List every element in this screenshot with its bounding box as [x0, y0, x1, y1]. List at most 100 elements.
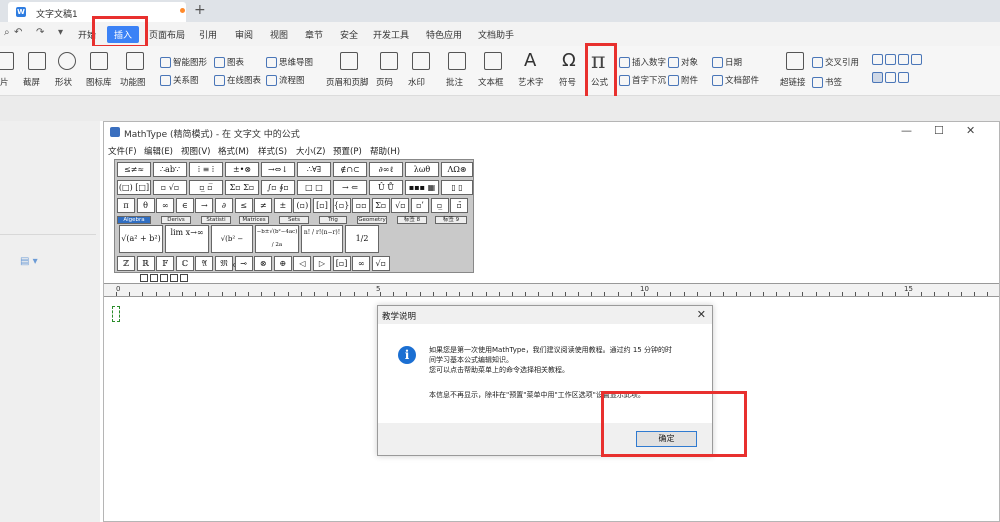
palette-button[interactable]: λωθ	[405, 162, 439, 177]
palette-button[interactable]: Σ▫ Σ▫	[225, 180, 259, 195]
template-limit[interactable]: lim x→∞	[165, 225, 209, 253]
template-discriminant[interactable]: √(b² − 4ac)	[211, 225, 253, 269]
palette-button[interactable]: ⊕	[273, 256, 292, 271]
search-icon[interactable]: ⌕	[4, 27, 10, 38]
menu-view[interactable]: 视图	[270, 28, 288, 41]
palette-button[interactable]: ▫ √▫	[153, 180, 187, 195]
palette-button[interactable]: ∞	[352, 256, 371, 271]
mt-menu-view[interactable]: 视图(V)	[181, 145, 210, 157]
palette-button[interactable]: √▫	[391, 198, 410, 213]
dialog-close-icon[interactable]: ✕	[697, 308, 706, 321]
hyperlink-button[interactable]: 超链接	[780, 76, 806, 88]
palette-button[interactable]: ⊸	[234, 256, 253, 271]
icon-library-button[interactable]: 图标库	[86, 76, 112, 88]
online-chart-button[interactable]: 在线图表	[214, 74, 261, 86]
palette-button[interactable]: ≠	[254, 198, 273, 213]
picture-button[interactable]: 片	[0, 76, 9, 88]
palette-button[interactable]: (□) [□]	[117, 180, 151, 195]
page-number-button[interactable]: 页码	[376, 76, 393, 88]
header-footer-button[interactable]: 页眉和页脚	[326, 76, 369, 88]
palette-button[interactable]: 𝔄	[195, 256, 214, 271]
palette-button[interactable]: ⁞ ≡ ⁞	[189, 162, 223, 177]
menu-security[interactable]: 安全	[340, 28, 358, 41]
palette-button[interactable]: [▫]	[313, 198, 331, 213]
menu-page-layout[interactable]: 页面布局	[149, 28, 185, 41]
mt-menu-format[interactable]: 格式(M)	[218, 145, 249, 157]
menu-doc-assistant[interactable]: 文档助手	[478, 28, 514, 41]
new-tab-button[interactable]: +	[194, 2, 206, 18]
palette-button[interactable]: θ	[136, 198, 155, 213]
palette-button[interactable]: □ □	[297, 180, 331, 195]
equation-cursor-slot[interactable]	[112, 306, 120, 322]
palette-button[interactable]: ∂∞ℓ	[369, 162, 403, 177]
palette-button[interactable]: ℂ	[175, 256, 194, 271]
tab-algebra[interactable]: Algebra	[117, 216, 151, 224]
palette-button[interactable]: ▫̲ ▫̅	[189, 180, 223, 195]
palette-button[interactable]: ℤ	[117, 256, 135, 271]
palette-button[interactable]: Û Ů	[369, 180, 403, 195]
template-fraction[interactable]: 1/2	[345, 225, 379, 253]
palette-button[interactable]: ℝ	[136, 256, 155, 271]
palette-button[interactable]: →⇔↓	[261, 162, 295, 177]
cross-reference-button[interactable]: 交叉引用	[812, 56, 859, 68]
palette-button[interactable]: ▫̲	[430, 198, 449, 213]
size-tab-1[interactable]	[140, 274, 148, 282]
mt-menu-help[interactable]: 帮助(H)	[370, 145, 400, 157]
tab-derivs[interactable]: Derivs	[161, 216, 191, 224]
size-tab-5[interactable]	[180, 274, 188, 282]
palette-button[interactable]: ∴ab∵	[153, 162, 187, 177]
palette-button[interactable]: ±	[273, 198, 292, 213]
palette-button[interactable]: → ⇐	[333, 180, 367, 195]
bookmark-button[interactable]: 书签	[812, 76, 842, 88]
object-button[interactable]: 对象	[668, 56, 698, 68]
palette-button[interactable]: ∫▫ ∮▫	[261, 180, 295, 195]
layout-option-icon[interactable]	[872, 54, 924, 65]
tab-sets[interactable]: Sets	[279, 216, 309, 224]
menu-references[interactable]: 引用	[199, 28, 217, 41]
undo-icon[interactable]: ↶	[14, 27, 22, 38]
mt-menu-size[interactable]: 大小(Z)	[296, 145, 325, 157]
smart-graphic-button[interactable]: 智能图形	[160, 56, 207, 68]
comment-button[interactable]: 批注	[446, 76, 463, 88]
attachment-button[interactable]: 附件	[668, 74, 698, 86]
palette-button[interactable]: 𝔽	[156, 256, 175, 271]
palette-button[interactable]: ∉∩⊂	[333, 162, 367, 177]
menu-special-apps[interactable]: 特色应用	[426, 28, 462, 41]
quick-access-dropdown-icon[interactable]: ▾	[58, 27, 63, 38]
palette-button[interactable]: ∴∀∃	[297, 162, 331, 177]
palette-button[interactable]: Σ▫	[371, 198, 390, 213]
palette-button[interactable]: ▫ʹ	[411, 198, 429, 213]
tab-label-9[interactable]: 标签 9	[435, 216, 467, 224]
shape-button[interactable]: 形状	[55, 76, 72, 88]
palette-button[interactable]: ΛΩ⊛	[441, 162, 473, 177]
mt-menu-edit[interactable]: 编辑(E)	[144, 145, 173, 157]
tab-label-8[interactable]: 标签 8	[397, 216, 427, 224]
palette-button[interactable]: ≤	[234, 198, 253, 213]
template-binomial[interactable]: n! / r!(n−r)!	[301, 225, 343, 253]
palette-button[interactable]: ∞	[156, 198, 175, 213]
tab-matrices[interactable]: Matrices	[239, 216, 269, 224]
palette-button[interactable]: ∈	[175, 198, 194, 213]
tab-geometry[interactable]: Geometry	[357, 216, 387, 224]
palette-button[interactable]: ∂	[215, 198, 233, 213]
menu-chapter[interactable]: 章节	[305, 28, 323, 41]
template-quadratic-formula[interactable]: −b±√(b²−4ac) / 2a	[255, 225, 299, 253]
palette-button[interactable]: ▯ ▯	[441, 180, 473, 195]
palette-button[interactable]: π	[117, 198, 135, 213]
menu-developer-tools[interactable]: 开发工具	[373, 28, 409, 41]
palette-button[interactable]: ▫̄	[450, 198, 469, 213]
palette-button[interactable]: ±•⊗	[225, 162, 259, 177]
drop-cap-button[interactable]: 首字下沉	[619, 74, 666, 86]
function-chart-button[interactable]: 功能图	[120, 76, 146, 88]
watermark-button[interactable]: 水印	[408, 76, 425, 88]
layout-option-icon[interactable]	[872, 72, 911, 83]
chart-button[interactable]: 图表	[214, 56, 244, 68]
size-tab-2[interactable]	[150, 274, 158, 282]
mt-menu-style[interactable]: 样式(S)	[258, 145, 287, 157]
mind-map-button[interactable]: 思维导图	[266, 56, 313, 68]
size-tab-4[interactable]	[170, 274, 178, 282]
insert-number-button[interactable]: 插入数字	[619, 56, 666, 68]
size-tab-3[interactable]	[160, 274, 168, 282]
redo-icon[interactable]: ↷	[36, 27, 44, 38]
tab-statistics[interactable]: Statisti	[201, 216, 231, 224]
